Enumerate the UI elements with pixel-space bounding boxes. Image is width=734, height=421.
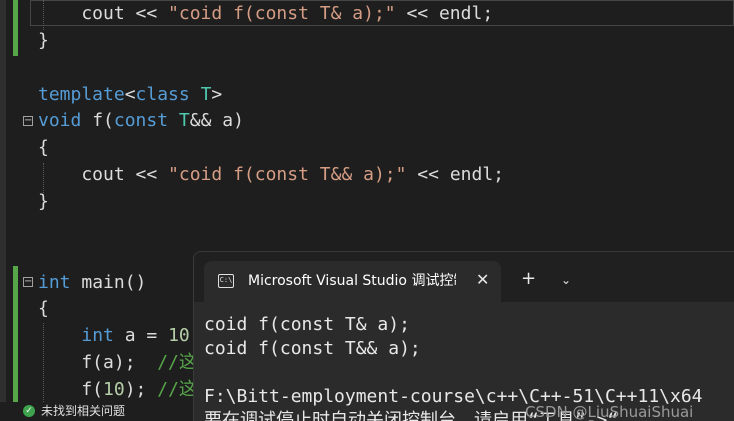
code-token: << endl;	[406, 164, 505, 186]
terminal-line: coid f(const T& a);	[204, 314, 410, 335]
code-token: int	[81, 325, 114, 347]
check-circle-icon: ✓	[23, 405, 35, 417]
code-token: }	[38, 190, 49, 212]
tab-title: Microsoft Visual Studio 调试控制台	[248, 273, 456, 289]
code-line[interactable]: {	[38, 295, 49, 322]
code-token: const	[113, 110, 169, 132]
code-token: //这	[157, 352, 197, 374]
code-line[interactable]: cout << "coid f(const T& a);" << endl;	[38, 0, 493, 27]
code-token: cout <<	[38, 164, 169, 186]
status-bar: ✓ 未找到相关问题	[0, 402, 200, 420]
code-line[interactable]: f(10); //这	[38, 376, 197, 403]
code-token: //这	[157, 378, 197, 400]
code-token: cout <<	[38, 3, 169, 24]
code-line[interactable]: f(a); //这	[38, 349, 197, 376]
code-token: f(a);	[38, 352, 158, 374]
code-token: 10	[168, 325, 190, 347]
code-line[interactable]: }	[38, 188, 49, 215]
code-token: "coid f(const T& a);"	[168, 3, 396, 24]
code-token: "coid f(const T&& a);"	[168, 164, 407, 186]
editor-gutter	[0, 0, 6, 402]
terminal-line: coid f(const T&& a);	[204, 338, 421, 359]
change-marker	[13, 266, 18, 402]
code-line[interactable]: template<class T>	[38, 81, 222, 108]
code-token: main()	[70, 271, 147, 293]
code-token: f(	[38, 378, 104, 400]
fold-collapse-icon[interactable]: −	[23, 277, 33, 287]
code-token: }	[38, 29, 49, 51]
code-token: class	[135, 83, 190, 105]
code-token: {	[38, 298, 49, 320]
code-token: template	[38, 83, 125, 105]
code-line[interactable]: void f(const T&& a)	[38, 107, 244, 134]
new-tab-button[interactable]: +	[521, 269, 536, 289]
chevron-down-icon[interactable]: ⌄	[561, 270, 571, 290]
code-token: T	[200, 83, 212, 105]
code-line[interactable]: {	[38, 134, 49, 161]
close-icon[interactable]: ✕	[476, 270, 489, 289]
code-token: );	[124, 378, 158, 400]
code-line[interactable]: }	[38, 27, 49, 54]
console-icon: C:\	[218, 274, 234, 288]
code-line[interactable]: cout << "coid f(const T&& a);" << endl;	[38, 161, 504, 188]
code-token: << endl;	[395, 3, 494, 24]
watermark: CSDN @LiuShuaiShuai	[525, 403, 694, 421]
status-text: 未找到相关问题	[41, 404, 126, 418]
code-token: a =	[113, 325, 169, 347]
debug-console-window[interactable]: C:\ Microsoft Visual Studio 调试控制台 ✕ + ⌄ …	[193, 251, 734, 421]
code-token: >	[211, 83, 223, 105]
code-token: void	[38, 110, 82, 132]
code-token: int	[38, 271, 71, 293]
code-line[interactable]: int a = 10	[38, 322, 190, 349]
fold-collapse-icon[interactable]: −	[23, 116, 33, 126]
code-token: 10	[103, 378, 125, 400]
tab-debug-console[interactable]: C:\ Microsoft Visual Studio 调试控制台 ✕	[204, 261, 501, 302]
code-token: <	[124, 83, 136, 105]
code-token: T	[178, 110, 190, 132]
change-marker	[13, 0, 18, 56]
code-line[interactable]: int main()	[38, 269, 146, 296]
code-token: f(	[81, 110, 114, 132]
terminal-tab-bar: C:\ Microsoft Visual Studio 调试控制台 ✕ + ⌄	[194, 252, 734, 302]
code-token: && a)	[189, 110, 244, 132]
code-token: {	[38, 137, 49, 159]
